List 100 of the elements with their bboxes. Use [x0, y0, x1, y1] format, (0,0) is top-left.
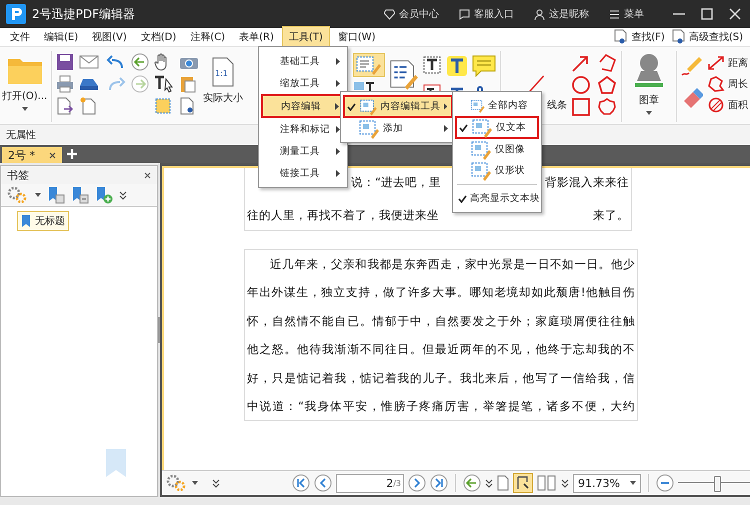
submenu-arrow-icon — [336, 58, 340, 64]
caret-icon[interactable] — [22, 107, 28, 111]
back-circle-icon[interactable] — [131, 53, 150, 71]
zoom-dropdown[interactable]: 91.73% — [573, 474, 641, 492]
menu-item[interactable]: 编辑(E) — [38, 27, 84, 47]
pencil-icon[interactable] — [680, 55, 703, 77]
page-number-field[interactable]: 2/3 — [336, 474, 404, 492]
image-select-icon[interactable] — [154, 97, 172, 115]
menu-item[interactable]: 表单(R) — [233, 27, 280, 47]
menu-item[interactable]: 注释(C) — [184, 27, 232, 47]
chevrons-icon[interactable] — [561, 478, 569, 488]
menu-icon — [609, 8, 620, 20]
caret-icon — [630, 481, 636, 485]
distance-icon[interactable] — [706, 55, 725, 71]
text-line: 他之怒。他待我渐渐不同往日。但最近两年的不见，他终于忘却我的不 — [247, 341, 635, 358]
next-page-icon[interactable] — [408, 474, 426, 492]
text-fragment: 来了。 — [593, 208, 629, 222]
measure-label[interactable]: 面积 — [728, 98, 748, 112]
text-select-icon[interactable] — [154, 75, 174, 93]
gear-icon[interactable] — [166, 474, 188, 492]
menu-item[interactable]: 文件 — [4, 27, 36, 47]
rectangle-tool-icon[interactable] — [571, 97, 592, 117]
menu-item[interactable]: 文档(D) — [134, 27, 182, 47]
search-button[interactable]: 查找(F) — [610, 29, 668, 45]
stamp-label[interactable]: 图章 — [639, 93, 660, 107]
measure-label[interactable]: 距离 — [728, 56, 748, 70]
export-document-icon[interactable] — [56, 97, 74, 115]
polygon-line-icon[interactable] — [597, 53, 618, 73]
menu-item[interactable]: 内容编辑工具 — [343, 95, 453, 118]
menu-item[interactable]: 仅图像 — [455, 139, 539, 160]
menu-item[interactable]: 高亮显示文本块 — [455, 188, 539, 209]
menu-item[interactable]: 窗口(W) — [332, 27, 382, 47]
menu-item[interactable]: 测量工具 — [261, 140, 345, 162]
measure-label[interactable]: 周长 — [728, 77, 748, 91]
previous-page-icon[interactable] — [314, 474, 332, 492]
zoom-out-icon[interactable] — [656, 474, 674, 492]
search-button[interactable]: 高级查找(S) — [668, 29, 746, 45]
two-page-icon[interactable] — [537, 475, 557, 491]
close-icon[interactable] — [144, 172, 151, 178]
remove-bookmark-icon[interactable] — [71, 186, 89, 204]
caret-icon[interactable] — [192, 481, 198, 485]
close-icon[interactable] — [49, 152, 56, 158]
open-label[interactable]: 打开(O)... — [2, 89, 48, 103]
pentagon-tool-icon[interactable] — [597, 75, 618, 95]
property-text: 无属性 — [6, 128, 36, 142]
content-edit-icon[interactable] — [352, 53, 385, 77]
text-box-icon[interactable] — [422, 55, 442, 75]
window-title: 2号迅捷PDF编辑器 — [32, 6, 136, 22]
menu-item[interactable]: 仅形状 — [455, 160, 539, 181]
text-fragment: 说：“进去吧，里 — [351, 174, 441, 190]
circle-tool-icon[interactable] — [571, 75, 592, 95]
add-bookmark-icon[interactable] — [47, 186, 65, 204]
comment-icon[interactable] — [472, 55, 496, 77]
actual-size-icon[interactable]: 1:1 — [212, 57, 234, 87]
edit-content-icon — [470, 140, 492, 160]
gear-icon[interactable] — [7, 186, 29, 204]
menu-item[interactable]: 全部内容 — [455, 95, 539, 116]
clipboard-icon[interactable] — [179, 75, 198, 93]
chevrons-icon[interactable] — [212, 478, 220, 488]
zoom-slider[interactable] — [678, 474, 750, 492]
last-page-icon[interactable] — [430, 474, 448, 492]
chevrons-icon[interactable] — [485, 478, 493, 488]
bookmark-icon — [105, 448, 127, 478]
line-tool-label[interactable]: 线条 — [547, 98, 568, 112]
cloud-shape-icon[interactable] — [597, 97, 618, 117]
new-document-icon[interactable] — [79, 97, 98, 115]
chat-icon — [459, 8, 470, 20]
edit-content-icon — [470, 160, 492, 180]
fit-page-icon[interactable] — [513, 473, 533, 493]
maximize-icon[interactable] — [700, 7, 714, 21]
menu-item[interactable]: 仅文本 — [455, 116, 539, 139]
title-link[interactable]: 客服入口 — [459, 7, 514, 21]
single-page-icon[interactable] — [497, 475, 509, 491]
menu-item[interactable]: 视图(V) — [86, 27, 133, 47]
caret-icon[interactable] — [35, 193, 41, 197]
email-icon[interactable] — [79, 54, 102, 70]
document-tab[interactable]: 2号 * — [2, 147, 62, 163]
menu-item[interactable]: 添加 — [343, 118, 453, 139]
title-link[interactable]: 这是昵称 — [534, 7, 589, 21]
area-icon[interactable] — [706, 97, 725, 113]
title-link[interactable]: 会员中心 — [384, 7, 439, 21]
chevrons-icon[interactable] — [119, 190, 127, 200]
title-link[interactable]: 菜单 — [609, 7, 644, 21]
menu-item[interactable]: 工具(T) — [282, 26, 330, 48]
perimeter-icon[interactable] — [706, 76, 725, 92]
check-icon — [347, 102, 356, 110]
slider-thumb[interactable] — [714, 476, 721, 492]
new-tab-icon[interactable] — [66, 148, 78, 160]
typewriter-text-icon[interactable] — [446, 55, 468, 77]
menu-item[interactable]: 缩放工具 — [261, 72, 345, 94]
printer-icon[interactable] — [56, 75, 74, 93]
menu-item[interactable]: 基础工具 — [261, 50, 345, 72]
bookmark-item[interactable]: 无标题 — [17, 211, 69, 231]
save-icon[interactable] — [56, 53, 74, 71]
caret-icon[interactable] — [646, 111, 652, 115]
actual-size-label[interactable]: 实际大小 — [203, 91, 244, 105]
text-line: 近几年来，父亲和我都是东奔西走，家中光景是一日不如一日。他少 — [269, 256, 635, 273]
first-page-icon[interactable] — [292, 474, 310, 492]
new-bookmark-icon[interactable] — [95, 186, 113, 204]
menu-item[interactable]: 链接工具 — [261, 162, 345, 184]
